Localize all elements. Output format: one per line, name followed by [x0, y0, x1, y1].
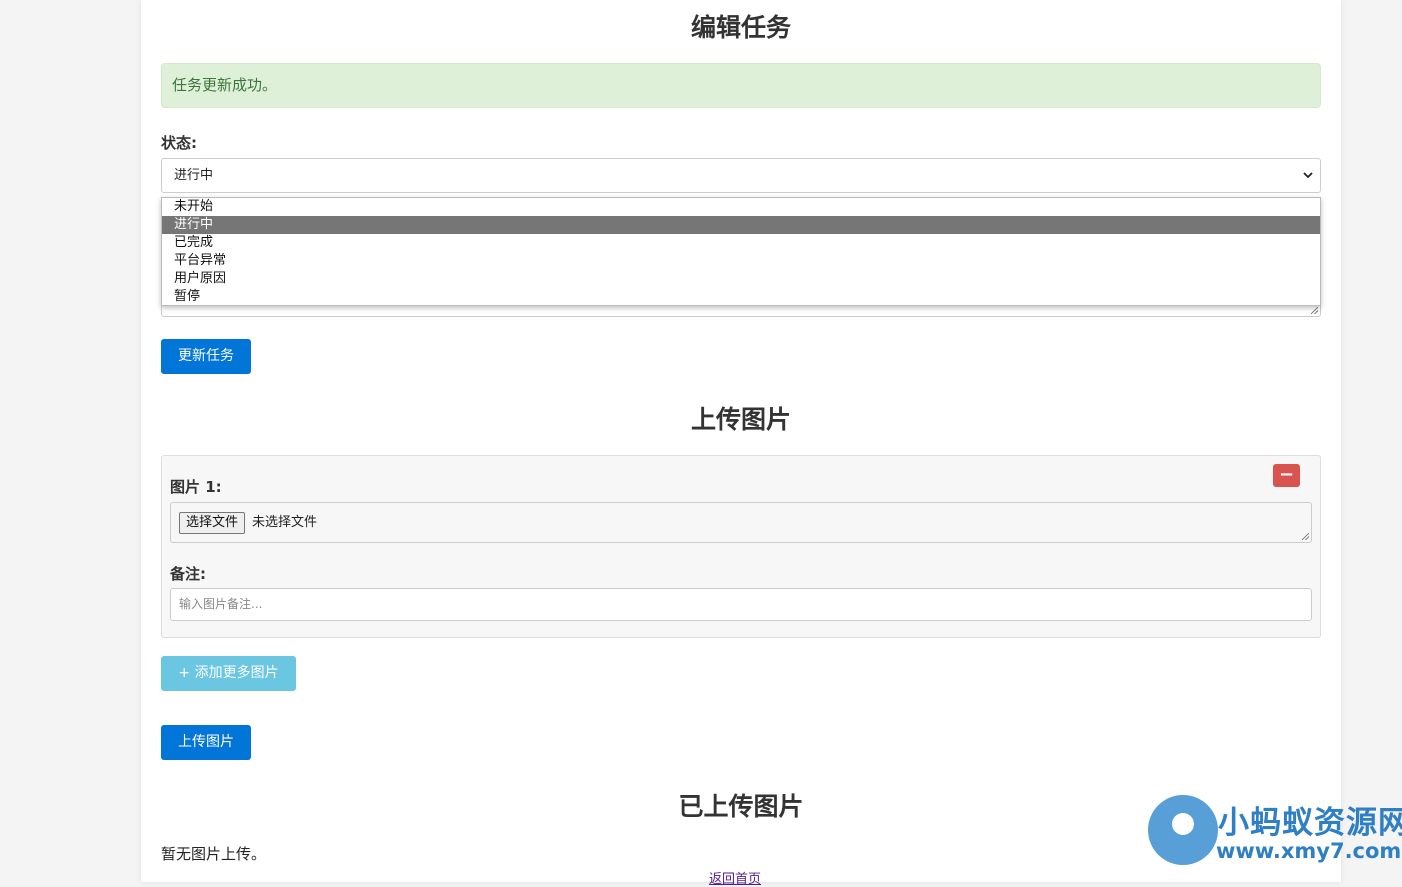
- watermark: 小蚂蚁资源网 www.xmy7.com: [1148, 795, 1402, 870]
- status-option[interactable]: 已完成: [162, 234, 1320, 252]
- status-select[interactable]: 进行中: [161, 158, 1321, 193]
- add-more-images-button[interactable]: + 添加更多图片: [161, 656, 296, 691]
- image-label: 图片 1:: [170, 478, 222, 496]
- image-note-input[interactable]: 输入图片备注...: [170, 588, 1312, 621]
- choose-file-button[interactable]: 选择文件: [179, 512, 246, 534]
- back-home-link[interactable]: 返回首页: [709, 868, 761, 887]
- minus-icon: −: [1278, 464, 1295, 485]
- edit-task-title: 编辑任务: [690, 13, 791, 42]
- status-selected-value: 进行中: [174, 168, 214, 183]
- watermark-url: www.xmy7.com: [1216, 839, 1402, 863]
- file-input[interactable]: 选择文件 未选择文件: [170, 502, 1312, 543]
- upload-images-title: 上传图片: [690, 405, 791, 434]
- status-option[interactable]: 平台异常: [162, 252, 1320, 270]
- status-dropdown-list[interactable]: 未开始 进行中 已完成 平台异常 用户原因 暂停: [161, 197, 1321, 306]
- no-images-text: 暂无图片上传。: [161, 845, 267, 863]
- status-option[interactable]: 用户原因: [162, 270, 1320, 288]
- ant-logo-icon: [1148, 795, 1218, 865]
- upload-images-button[interactable]: 上传图片: [161, 725, 251, 760]
- file-status-text: 未选择文件: [252, 515, 318, 530]
- success-alert: 任务更新成功。: [161, 63, 1321, 108]
- resize-handle-icon[interactable]: [1311, 307, 1318, 314]
- watermark-title: 小蚂蚁资源网: [1218, 805, 1402, 841]
- status-option-selected[interactable]: 进行中: [162, 216, 1320, 234]
- remove-image-button[interactable]: −: [1273, 464, 1300, 487]
- update-task-button[interactable]: 更新任务: [161, 339, 251, 374]
- note-label: 备注:: [170, 565, 206, 583]
- status-label: 状态:: [161, 134, 197, 152]
- image-upload-panel: 图片 1: − 选择文件 未选择文件 备注: 输入图片备注...: [161, 455, 1321, 638]
- resize-handle-icon[interactable]: [1302, 533, 1309, 540]
- main-card: 编辑任务 任务更新成功。 状态: 进行中 未开始 进行中 已完成 平台异常 用户…: [141, 0, 1341, 887]
- status-option[interactable]: 未开始: [162, 198, 1320, 216]
- status-option[interactable]: 暂停: [162, 288, 1320, 306]
